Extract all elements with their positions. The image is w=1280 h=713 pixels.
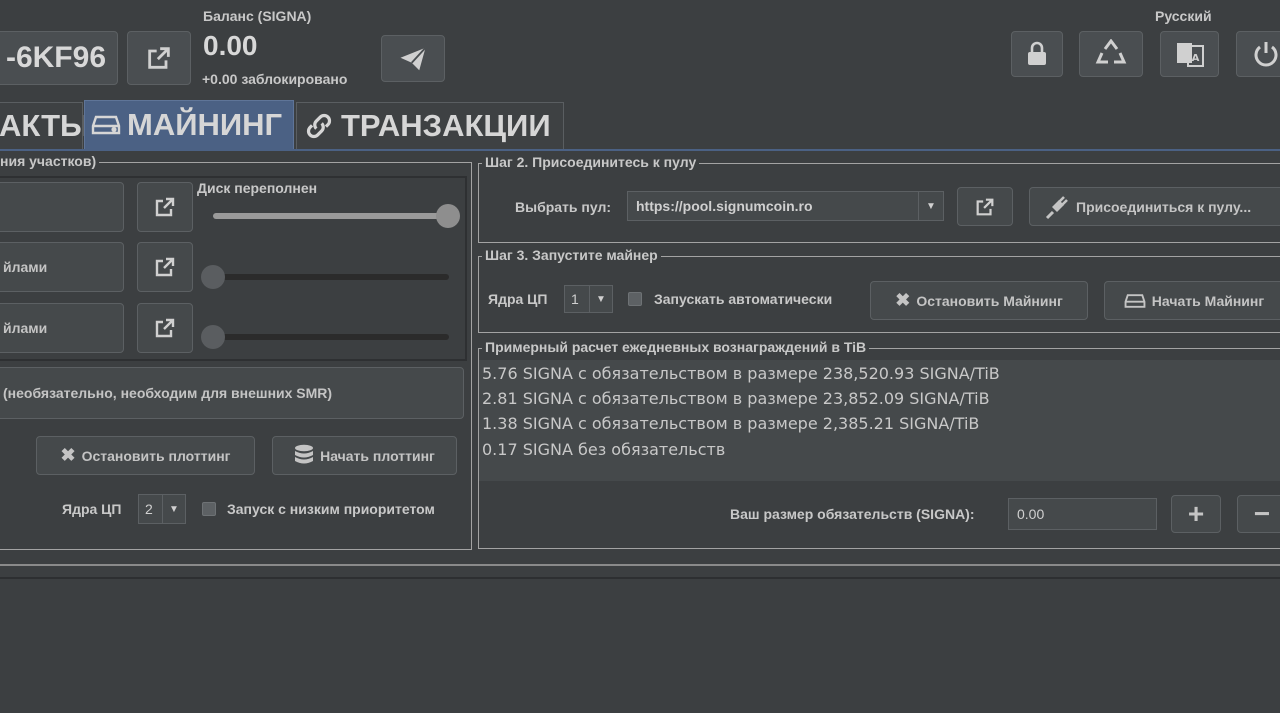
database-icon (295, 444, 314, 463)
balance-label: Баланс (SIGNA) (203, 8, 312, 24)
autostart-checkbox[interactable] (628, 292, 642, 306)
external-link-icon (155, 197, 175, 217)
hard-drive-icon (91, 115, 121, 135)
commitment-label: Ваш размер обязательств (SIGNA): (730, 506, 975, 522)
stop-plotting-button[interactable]: ✖ Остановить плоттинг (36, 436, 255, 475)
paper-plane-icon (400, 46, 427, 70)
plot-path-open-button-1[interactable] (137, 182, 193, 232)
pool-url: https://pool.signumcoin.ro (636, 198, 813, 214)
smr-cache-label: (необязательно, необходим для внешних SM… (3, 385, 333, 401)
plot-path-button-1[interactable] (0, 182, 124, 232)
stop-mining-button[interactable]: ✖ Остановить Майнинг (870, 281, 1088, 320)
status-separator (0, 577, 1280, 579)
commitment-decrease-button[interactable]: − (1237, 495, 1280, 533)
disk-usage-slider-track-2 (206, 274, 449, 280)
external-link-icon (976, 198, 994, 215)
link-icon (306, 113, 332, 139)
miner-cores-value: 1 (571, 291, 579, 307)
low-priority-label: Запуск с низким приоритетом (227, 501, 435, 517)
svg-text:A: A (1191, 53, 1199, 64)
recycle-button[interactable] (1079, 31, 1143, 77)
join-pool-label: Присоединиться к пулу... (1076, 198, 1252, 215)
reward-line-2: 2.81 SIGNA с обязательством в размере 23… (482, 389, 990, 408)
lock-icon (1028, 41, 1046, 65)
hard-drive-icon (1124, 293, 1146, 308)
account-id-text: -6KF96 (5, 41, 107, 74)
close-icon: ✖ (895, 290, 911, 310)
power-icon (1254, 42, 1278, 67)
commitment-value: 0.00 (1017, 506, 1045, 522)
plot-path-button-3[interactable]: йлами (0, 303, 124, 353)
start-plotting-label: Начать плоттинг (320, 447, 435, 464)
start-mining-button[interactable]: Начать Майнинг (1104, 281, 1280, 320)
commitment-increase-button[interactable]: + (1171, 495, 1221, 533)
commitment-input[interactable]: 0.00 (1008, 498, 1157, 530)
stop-plotting-label: Остановить плоттинг (81, 447, 231, 464)
recycle-icon (1095, 39, 1127, 64)
open-pool-button[interactable] (957, 187, 1013, 226)
disk-usage-slider-3[interactable] (201, 325, 225, 349)
tab-mining-label: МАЙНИНГ (127, 107, 283, 142)
close-icon: ✖ (60, 445, 76, 465)
plot-cores-select[interactable]: 2 ▼ (138, 494, 186, 524)
autostart-label: Запускать автоматически (654, 291, 833, 307)
disk-usage-slider-2[interactable] (201, 265, 225, 289)
balance-value: 0.00 (203, 30, 258, 61)
plus-icon: + (1187, 498, 1205, 529)
translate-icon: A (1176, 43, 1204, 67)
disk-usage-slider-track-3 (206, 334, 449, 340)
stop-mining-label: Остановить Майнинг (916, 292, 1063, 309)
plot-path-label-3: йлами (3, 320, 48, 336)
open-account-external-button[interactable] (127, 31, 191, 85)
rewards-group-title: Примерный расчет ежедневных вознагражден… (482, 339, 870, 355)
account-id-button[interactable]: -6KF96 (0, 31, 118, 85)
reward-line-4: 0.17 SIGNA без обязательств (482, 440, 726, 459)
power-button[interactable] (1236, 31, 1280, 77)
plot-path-open-button-2[interactable] (137, 242, 193, 292)
join-pool-button[interactable]: Присоединиться к пулу... (1029, 187, 1280, 226)
minus-icon: − (1253, 498, 1271, 529)
disk-usage-slider-track-1 (213, 213, 449, 219)
pool-select-label: Выбрать пул: (515, 199, 612, 215)
language-button[interactable]: A (1160, 31, 1219, 77)
plot-path-button-2[interactable]: йлами (0, 242, 124, 292)
tab-mining[interactable]: МАЙНИНГ (84, 100, 294, 149)
bottom-separator (0, 564, 1280, 566)
chevron-down-icon: ▼ (589, 286, 612, 312)
plot-path-open-button-3[interactable] (137, 303, 193, 353)
chevron-down-icon: ▼ (918, 192, 943, 220)
reward-line-1: 5.76 SIGNA с обязательством в размере 23… (482, 364, 1000, 383)
tab-contacts[interactable]: АКТЫ (0, 102, 90, 149)
locked-balance: +0.00 заблокировано (202, 71, 348, 87)
miner-cores-label: Ядра ЦП (488, 291, 548, 307)
language-label: Русский (1155, 8, 1212, 24)
plotting-group-title: ния участков) (0, 153, 100, 169)
plot-path-label-2: йлами (3, 259, 48, 275)
miner-cores-select[interactable]: 1 ▼ (564, 285, 613, 313)
disk-full-label: Диск переполнен (197, 180, 318, 196)
send-button[interactable] (381, 35, 445, 82)
low-priority-checkbox[interactable] (202, 502, 216, 516)
plot-cores-label: Ядра ЦП (62, 501, 122, 517)
miner-group-title: Шаг 3. Запустите майнер (482, 247, 661, 263)
start-mining-label: Начать Майнинг (1151, 292, 1265, 309)
smr-cache-button[interactable]: (необязательно, необходим для внешних SM… (0, 367, 464, 419)
reward-line-3: 1.38 SIGNA с обязательством в размере 2,… (482, 414, 980, 433)
external-link-icon (155, 318, 175, 338)
start-plotting-button[interactable]: Начать плоттинг (272, 436, 457, 475)
tab-contacts-label: АКТЫ (0, 108, 91, 143)
external-link-icon (148, 47, 170, 69)
pool-group-title: Шаг 2. Присоединитесь к пулу (482, 154, 700, 170)
lock-button[interactable] (1011, 31, 1063, 77)
plot-cores-value: 2 (145, 501, 153, 517)
pool-select[interactable]: https://pool.signumcoin.ro ▼ (627, 191, 944, 221)
tab-transactions[interactable]: ТРАНЗАКЦИИ (296, 102, 564, 149)
tab-transactions-label: ТРАНЗАКЦИИ (341, 108, 551, 143)
external-link-icon (155, 257, 175, 277)
chevron-down-icon: ▼ (162, 495, 185, 523)
disk-usage-slider-1[interactable] (436, 204, 460, 228)
plug-icon (1045, 195, 1068, 219)
tab-underline (0, 149, 1280, 151)
